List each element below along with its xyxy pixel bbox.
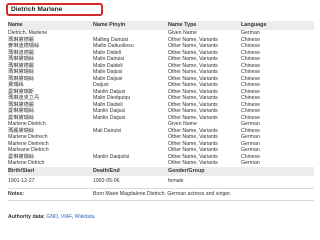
names-table-header: Name Name Pinyin Name Type Language: [8, 21, 314, 30]
names-table: Name Name Pinyin Name Type Language Diet…: [8, 21, 314, 167]
notes-label: Notes:: [8, 191, 25, 197]
header-gender-group: Gender/Group: [168, 168, 205, 174]
language-cell: German: [241, 160, 260, 166]
divider: [8, 200, 314, 201]
birth-table-header: Birth/Start Death/End Gender/Group: [8, 167, 314, 176]
wikidata-link[interactable]: Wikidata: [75, 214, 95, 220]
header-name: Name: [8, 22, 23, 28]
gender: female: [168, 178, 184, 184]
header-name-pinyin: Name Pinyin: [93, 22, 126, 28]
header-name-type: Name Type: [168, 22, 197, 28]
header-death-end: Death/End: [93, 168, 120, 174]
header-language: Language: [241, 22, 267, 28]
name-cell: Marlene Didrich: [8, 160, 45, 166]
header-birth-start: Birth/Start: [8, 168, 35, 174]
table-row: Marlene Didrich Other Name, Variants Germa…: [8, 160, 314, 167]
authority-data: Authority data: GND, VIAF, Wikidata: [8, 214, 95, 220]
birth-date: 1901-12-27: [8, 178, 35, 184]
person-title: Dietrich Marlene: [6, 3, 103, 16]
notes-row: Notes: Born Marie Magdalene Dietrich. Ge…: [8, 191, 314, 198]
birth-table-row: 1901-12-27 1992-05-06 female: [8, 178, 314, 185]
viaf-link[interactable]: VIAF: [61, 214, 72, 220]
divider: [8, 188, 314, 189]
name-type-cell: Other Name, Variants: [168, 160, 218, 166]
death-date: 1992-05-06: [93, 178, 120, 184]
gnd-link[interactable]: GND: [46, 214, 58, 220]
names-table-body: Dietrich, Marlene Given Name German 瑪琳黛德麗 Ma…: [8, 30, 314, 167]
notes-text: Born Marie Magdalene Dietrich. German ac…: [93, 191, 232, 197]
authority-label: Authority data:: [8, 214, 45, 220]
